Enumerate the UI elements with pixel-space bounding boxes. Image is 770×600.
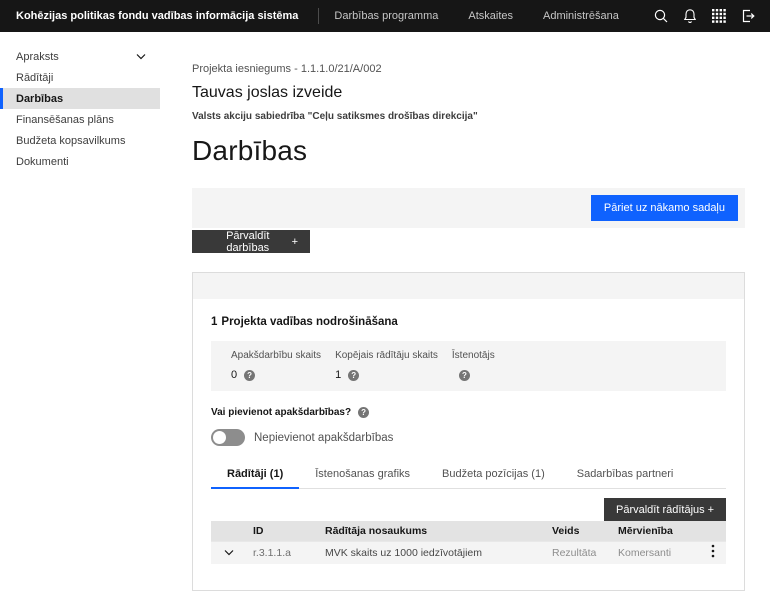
sidebar: Apraksts Rādītāji Darbības Finansēšanas … xyxy=(0,32,185,172)
nav-darbibas-programma[interactable]: Darbības programma xyxy=(319,0,453,32)
help-icon[interactable]: ? xyxy=(244,370,255,381)
sidebar-item-budzeta-kopsavilkums[interactable]: Budžeta kopsavilkums xyxy=(0,130,160,151)
row-expand-chevron-icon[interactable] xyxy=(224,549,234,556)
search-icon[interactable] xyxy=(646,0,675,32)
breadcrumb: Projekta iesniegums - 1.1.1.0/21/A/002 xyxy=(192,63,745,75)
column-header-unit: Mērvienība xyxy=(612,521,700,541)
table-actions: Pārvaldīt rādītājus + xyxy=(211,498,726,521)
stat-value-row: ? xyxy=(452,369,495,381)
card-header-strip xyxy=(193,273,744,299)
sidebar-item-apraksts[interactable]: Apraksts xyxy=(0,46,160,67)
table-row: r.3.1.1.a MVK skaits uz 1000 iedzīvotāji… xyxy=(211,541,726,564)
tab-istenosanas-grafiks[interactable]: Īstenošanas grafiks xyxy=(299,463,426,488)
nav-atskaites[interactable]: Atskaites xyxy=(453,0,528,32)
row-expand-cell xyxy=(211,541,247,564)
stat-value-row: 0 ? xyxy=(231,369,321,381)
page-title: Darbības xyxy=(192,135,745,167)
page: Kohēzijas politikas fondu vadības inform… xyxy=(0,0,770,600)
main-content: Projekta iesniegums - 1.1.1.0/21/A/002 T… xyxy=(192,32,745,591)
row-indicator-name: MVK skaits uz 1000 iedzīvotājiem xyxy=(319,541,546,564)
manage-activities-label: Pārvaldīt darbības xyxy=(204,230,292,254)
activity-stats: Apakšdarbību skaits 0 ? Kopējais rādītāj… xyxy=(211,341,726,391)
menu-column-header xyxy=(700,521,726,541)
manage-activities-button[interactable]: Pārvaldīt darbības + xyxy=(192,230,310,253)
help-icon[interactable]: ? xyxy=(459,370,470,381)
column-header-type: Veids xyxy=(546,521,612,541)
tab-bar: Rādītāji (1) Īstenošanas grafiks Budžeta… xyxy=(211,463,726,489)
manage-indicators-button[interactable]: Pārvaldīt rādītājus + xyxy=(604,498,726,521)
subactivity-toggle[interactable] xyxy=(211,429,245,446)
card-body: 1 Projekta vadības nodrošināšana Apakšdar… xyxy=(193,316,744,564)
chevron-down-icon xyxy=(136,53,146,60)
project-title: Tauvas joslas izveide xyxy=(192,84,745,102)
notifications-bell-icon[interactable] xyxy=(675,0,704,32)
plus-icon: + xyxy=(708,504,714,516)
row-menu-cell xyxy=(700,541,726,564)
app-switcher-grid-icon[interactable] xyxy=(704,0,733,32)
stat-total-indicators: Kopējais rādītāju skaits 1 ? xyxy=(335,350,438,382)
sidebar-item-label: Rādītāji xyxy=(16,72,53,84)
sidebar-item-label: Finansēšanas plāns xyxy=(16,114,114,126)
help-icon[interactable]: ? xyxy=(348,370,359,381)
indicators-table: ID Rādītāja nosaukums Veids Mērvienība xyxy=(211,521,726,564)
subactivity-question-label: Vai pievienot apakšdarbības? xyxy=(211,407,351,418)
row-unit: Komersanti xyxy=(612,541,700,564)
activity-number: 1 xyxy=(211,316,217,328)
plus-icon: + xyxy=(292,236,298,248)
stat-label: Apakšdarbību skaits xyxy=(231,350,321,361)
top-nav: Darbības programma Atskaites Administrēš… xyxy=(319,0,633,32)
subactivity-toggle-row: Nepievienot apakšdarbības xyxy=(211,429,726,446)
toggle-label: Nepievienot apakšdarbības xyxy=(254,432,393,444)
toggle-knob xyxy=(213,431,226,444)
row-type: Rezultāta xyxy=(546,541,612,564)
action-band: Pāriet uz nākamo sadaļu xyxy=(192,188,745,228)
nav-administresana[interactable]: Administrēšana xyxy=(528,0,634,32)
sidebar-item-darbibas[interactable]: Darbības xyxy=(0,88,160,109)
table-header-row: ID Rādītāja nosaukums Veids Mērvienība xyxy=(211,521,726,541)
stat-subactivity-count: Apakšdarbību skaits 0 ? xyxy=(231,350,321,382)
top-bar: Kohēzijas politikas fondu vadības inform… xyxy=(0,0,770,32)
app-brand[interactable]: Kohēzijas politikas fondu vadības inform… xyxy=(0,10,318,22)
sidebar-item-label: Budžeta kopsavilkums xyxy=(16,135,125,147)
logout-icon[interactable] xyxy=(733,0,762,32)
sidebar-item-raditaji[interactable]: Rādītāji xyxy=(0,67,160,88)
stat-label: Īstenotājs xyxy=(452,350,495,361)
topbar-icons xyxy=(646,0,770,32)
stat-value: 1 xyxy=(335,369,341,381)
sidebar-item-label: Dokumenti xyxy=(16,156,69,168)
help-icon[interactable]: ? xyxy=(358,407,369,418)
tab-sadarbibas-partneri[interactable]: Sadarbības partneri xyxy=(561,463,690,488)
applicant-name: Valsts akciju sabiedrība "Ceļu satiksmes… xyxy=(192,111,745,122)
sidebar-item-finansesanas-plans[interactable]: Finansēšanas plāns xyxy=(0,109,160,130)
tab-raditaji[interactable]: Rādītāji (1) xyxy=(211,463,299,489)
activity-title: 1 Projekta vadības nodrošināšana xyxy=(211,316,726,328)
manage-indicators-label: Pārvaldīt rādītājus xyxy=(616,504,705,516)
sidebar-item-label: Apraksts xyxy=(16,51,59,63)
stat-value-row: 1 ? xyxy=(335,369,438,381)
tab-budzeta-pozicijas[interactable]: Budžeta pozīcijas (1) xyxy=(426,463,561,488)
activity-card: 1 Projekta vadības nodrošināšana Apakšdar… xyxy=(192,272,745,591)
stat-implementer: Īstenotājs ? xyxy=(452,350,495,382)
kebab-menu-icon[interactable] xyxy=(711,544,715,558)
stat-value: 0 xyxy=(231,369,237,381)
column-header-id: ID xyxy=(247,521,319,541)
activity-name: Projekta vadības nodrošināšana xyxy=(221,316,397,328)
expand-column-header xyxy=(211,521,247,541)
sidebar-item-label: Darbības xyxy=(16,93,63,105)
sidebar-item-dokumenti[interactable]: Dokumenti xyxy=(0,151,160,172)
row-id: r.3.1.1.a xyxy=(247,541,319,564)
stat-label: Kopējais rādītāju skaits xyxy=(335,350,438,361)
subactivity-question: Vai pievienot apakšdarbības? ? xyxy=(211,407,726,418)
next-section-button[interactable]: Pāriet uz nākamo sadaļu xyxy=(591,195,738,221)
column-header-name: Rādītāja nosaukums xyxy=(319,521,546,541)
